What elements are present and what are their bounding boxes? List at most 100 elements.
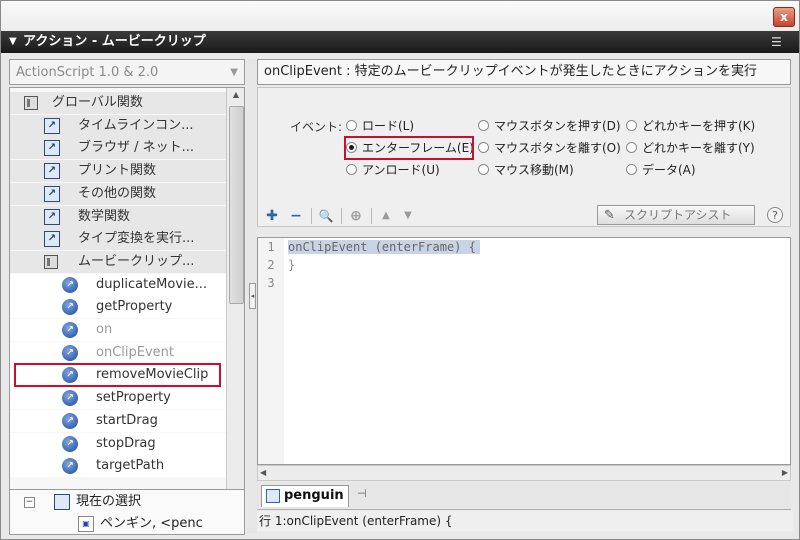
- pencil-icon: ✎: [604, 208, 615, 223]
- radio-dot-icon[interactable]: [626, 120, 637, 131]
- current-selection-row[interactable]: − 現在の選択: [10, 492, 230, 512]
- category-icon: ↗: [44, 231, 60, 248]
- tree-item[interactable]: ↗ duplicateMovie...: [10, 273, 226, 296]
- onclipevent-highlight-box: [14, 363, 221, 387]
- action-description: onClipEvent : 特定のムービークリップイベントが発生したときにアクシ…: [257, 59, 791, 85]
- editor-hscrollbar[interactable]: ◀ ▶: [257, 465, 791, 481]
- tree-item[interactable]: ↗ 数学関数: [10, 205, 226, 228]
- function-icon: ↗: [62, 344, 78, 361]
- script-editor[interactable]: 1 2 3 onClipEvent (enterFrame) { }: [257, 237, 791, 465]
- panel-splitter[interactable]: ◂: [247, 59, 257, 533]
- radio-dot-icon[interactable]: [478, 142, 489, 153]
- radio-dot-icon[interactable]: [626, 164, 637, 175]
- actions-toolbox: ActionScript 1.0 & 2.0 ▼ ↗ targetPath ↗ sto…: [9, 59, 247, 535]
- target-icon[interactable]: ⊕: [347, 207, 365, 225]
- language-select[interactable]: ActionScript 1.0 & 2.0 ▼: [9, 59, 245, 85]
- tree-item[interactable]: ↗ その他の関数: [10, 182, 226, 205]
- panel-options-icon[interactable]: ☰: [771, 31, 782, 53]
- help-icon[interactable]: ?: [767, 207, 783, 223]
- language-select-value: ActionScript 1.0 & 2.0: [16, 65, 159, 80]
- event-radio-label: データ(A): [642, 163, 696, 177]
- panel-title: アクション - ムービークリップ: [23, 34, 206, 49]
- script-assist-button[interactable]: ✎ スクリプトアシスト: [597, 205, 755, 225]
- book-icon: [24, 96, 38, 110]
- current-selection-label: 現在の選択: [76, 494, 142, 509]
- chevron-down-icon: ▼: [230, 67, 238, 78]
- category-icon: ↗: [44, 117, 60, 134]
- category-icon: ↗: [44, 163, 60, 180]
- panel-titlebar[interactable]: ▼ アクション - ムービークリップ ☰: [1, 31, 799, 53]
- scroll-thumb[interactable]: [229, 106, 244, 304]
- tree-item[interactable]: ↗ setProperty: [10, 387, 226, 410]
- tree-item-label: タイムラインコン...: [78, 117, 194, 133]
- tree-item[interactable]: ↗ ブラウザ / ネット...: [10, 137, 226, 160]
- event-radio-label: マウスボタンを押す(D): [494, 119, 621, 133]
- category-icon: ↗: [44, 140, 60, 157]
- splitter-grip-icon[interactable]: ◂: [249, 283, 256, 309]
- selection-icon: [54, 494, 70, 510]
- move-up-icon[interactable]: ▲: [377, 207, 395, 225]
- pin-script-icon[interactable]: ⊣: [357, 487, 367, 500]
- toolbar-separator: [371, 208, 372, 224]
- radio-dot-icon[interactable]: [478, 120, 489, 131]
- radio-dot-icon[interactable]: [626, 142, 637, 153]
- tree-item-label: stopDrag: [96, 435, 156, 451]
- tree-item-label: setProperty: [96, 390, 171, 406]
- add-icon[interactable]: ✚: [263, 207, 281, 225]
- selected-instance-row[interactable]: ▣ ペンギン, <penc: [10, 514, 230, 534]
- selection-tree: − 現在の選択 ▣ ペンギン, <penc: [9, 489, 245, 535]
- tree-item[interactable]: ↗ stopDrag: [10, 432, 226, 455]
- code-area[interactable]: onClipEvent (enterFrame) { }: [288, 238, 480, 292]
- book-icon: [44, 254, 58, 269]
- line-number: 3: [267, 276, 275, 290]
- category-icon: ↗: [44, 208, 60, 225]
- code-line[interactable]: }: [288, 256, 480, 274]
- tree-item[interactable]: ↗ startDrag: [10, 409, 226, 432]
- tab-penguin[interactable]: penguin: [261, 485, 349, 507]
- tree-item[interactable]: ↗ タイプ変換を実行...: [10, 228, 226, 251]
- tree-item[interactable]: ↗ on: [10, 319, 226, 341]
- function-icon: ↗: [62, 412, 78, 429]
- scroll-right-arrow-icon[interactable]: ▶: [782, 466, 788, 480]
- tree-item[interactable]: ↗ タイムラインコン...: [10, 114, 226, 137]
- tree-item-label: その他の関数: [78, 185, 157, 201]
- tab-label: penguin: [284, 488, 344, 503]
- code-line[interactable]: [288, 274, 480, 292]
- collapse-triangle-icon[interactable]: ▼: [9, 31, 17, 53]
- event-radio-label: どれかキーを押す(K): [642, 119, 756, 133]
- close-button[interactable]: x: [773, 7, 795, 27]
- find-icon[interactable]: 🔍: [317, 207, 335, 225]
- tree-item-label: タイプ変換を実行...: [78, 231, 195, 247]
- scroll-left-arrow-icon[interactable]: ◀: [260, 466, 266, 480]
- toolbar-separator: [341, 208, 342, 224]
- collapse-minus-icon[interactable]: −: [24, 497, 35, 508]
- window-top-strip: x: [1, 1, 799, 31]
- tree-item[interactable]: ↗ getProperty: [10, 296, 226, 319]
- movieclip-icon: ▣: [78, 516, 94, 532]
- tree-item-label: targetPath: [96, 458, 165, 474]
- tree-item-label: getProperty: [96, 299, 173, 315]
- tree-item-label: ムービークリップ...: [78, 253, 195, 269]
- script-pane: onClipEvent : 特定のムービークリップイベントが発生したときにアクシ…: [257, 59, 793, 533]
- selected-instance-label: ペンギン, <penc: [100, 516, 203, 531]
- move-down-icon[interactable]: ▼: [399, 207, 417, 225]
- radio-dot-icon[interactable]: [346, 120, 357, 131]
- tree-scrollbar[interactable]: ▲ ▼: [226, 88, 244, 502]
- scroll-up-arrow-icon[interactable]: ▲: [227, 88, 244, 102]
- tree-item[interactable]: グローバル関数: [10, 92, 226, 114]
- remove-icon[interactable]: −: [287, 207, 305, 225]
- tree-item-label: startDrag: [96, 412, 158, 428]
- status-bar: 行 1:onClipEvent (enterFrame) {: [257, 511, 793, 531]
- tree-item-label: ブラウザ / ネット...: [78, 140, 195, 156]
- event-radio-label: ロード(L): [362, 119, 415, 133]
- tree-item[interactable]: ↗ プリント関数: [10, 160, 226, 183]
- radio-dot-icon[interactable]: [346, 164, 357, 175]
- tree-item-label: onClipEvent: [96, 344, 174, 360]
- code-line[interactable]: onClipEvent (enterFrame) {: [288, 240, 480, 254]
- tree-item[interactable]: ムービークリップ...: [10, 250, 226, 273]
- tree-item[interactable]: ↗ targetPath: [10, 455, 226, 478]
- tree-item[interactable]: ↗ onClipEvent: [10, 341, 226, 364]
- actions-window: x ▼ アクション - ムービークリップ ☰ ActionScript 1.0 …: [0, 0, 800, 540]
- event-radio-label: アンロード(U): [362, 163, 440, 177]
- radio-dot-icon[interactable]: [478, 164, 489, 175]
